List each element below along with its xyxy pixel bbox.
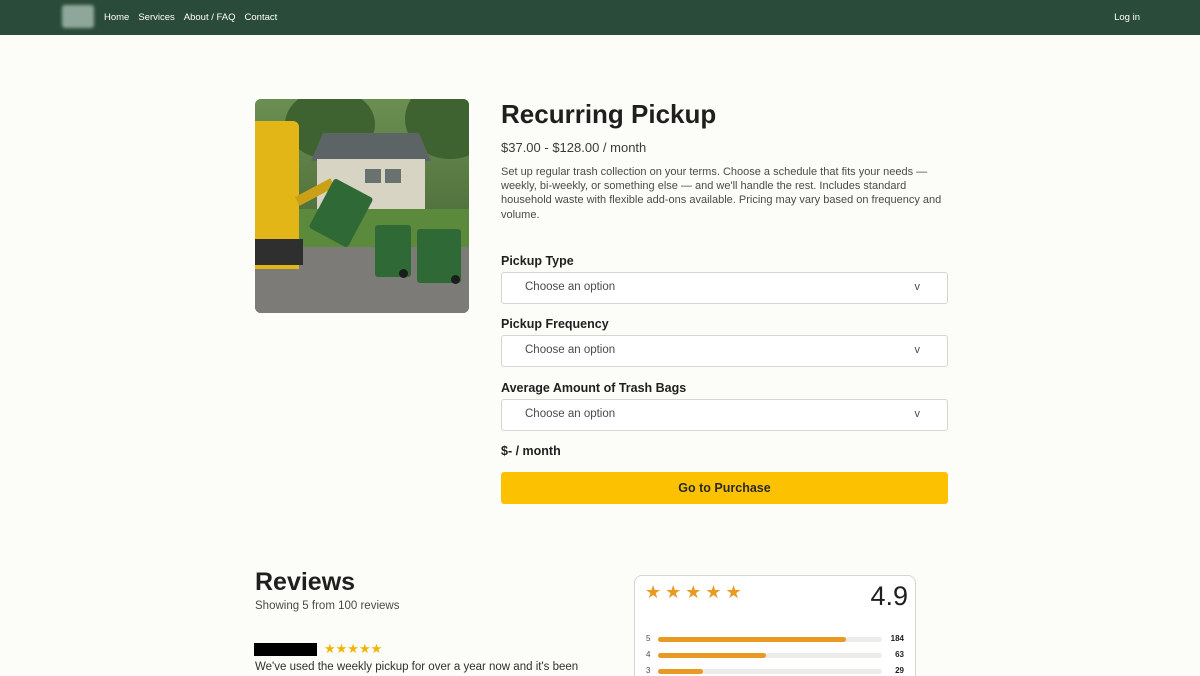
pickup-frequency-select[interactable]: Choose an option v [501, 335, 948, 367]
rating-row-label: 3 [646, 666, 651, 675]
rating-row-count: 184 [890, 634, 904, 643]
rating-row-3: 3 29 [646, 666, 906, 676]
pickup-type-select[interactable]: Choose an option v [501, 272, 948, 304]
image-bin-wheel [451, 275, 460, 284]
reviews-subtitle: Showing 5 from 100 reviews [255, 600, 400, 612]
price-range: $37.00 - $128.00 / month [501, 140, 647, 155]
rating-bar-track [658, 653, 882, 658]
chevron-down-icon: v [914, 344, 921, 356]
rating-score: 4.9 [870, 581, 908, 611]
price-total: $- / month [501, 444, 561, 458]
image-bin-wheel [399, 269, 408, 278]
nav-link-home[interactable]: Home [104, 12, 129, 23]
rating-row-label: 4 [646, 650, 651, 659]
chevron-down-icon: v [914, 408, 921, 420]
nav-link-about-faq[interactable]: About / FAQ [184, 12, 236, 23]
rating-bar-fill [658, 637, 847, 642]
trash-bags-select-value: Choose an option [525, 408, 616, 420]
rating-row-4: 4 63 [646, 650, 906, 662]
pickup-type-label: Pickup Type [501, 254, 574, 268]
rating-summary-card: ★★★★★ 4.9 5 184 4 63 3 29 [634, 575, 916, 676]
pickup-frequency-select-value: Choose an option [525, 344, 616, 356]
nav-links: Home Services About / FAQ Contact [104, 0, 286, 35]
rating-row-label: 5 [646, 634, 651, 643]
pickup-frequency-label: Pickup Frequency [501, 317, 609, 331]
nav-link-services[interactable]: Services [138, 12, 174, 23]
review-text: We've used the weekly pickup for over a … [255, 661, 579, 673]
review-star-rating: ★★★★★ [324, 641, 383, 656]
pickup-type-select-value: Choose an option [525, 281, 616, 293]
image-house-window [365, 169, 381, 183]
product-title: Recurring Pickup [501, 99, 717, 129]
trash-bags-select[interactable]: Choose an option v [501, 399, 948, 431]
go-to-purchase-button[interactable]: Go to Purchase [501, 472, 948, 504]
rating-row-count: 63 [895, 650, 904, 659]
product-image [255, 99, 469, 313]
product-description: Set up regular trash collection on your … [501, 166, 942, 221]
trash-bags-label: Average Amount of Trash Bags [501, 381, 687, 395]
nav-link-contact[interactable]: Contact [245, 12, 278, 23]
image-house-roof [311, 133, 431, 161]
rating-bar-track [658, 637, 882, 642]
login-link[interactable]: Log in [1114, 0, 1140, 35]
rating-bar-fill [658, 653, 766, 658]
rating-bar-fill [658, 669, 703, 674]
rating-row-count: 29 [895, 666, 904, 675]
chevron-down-icon: v [914, 281, 921, 293]
reviewer-name-redacted [254, 643, 317, 656]
reviews-title: Reviews [255, 568, 356, 596]
rating-row-5: 5 184 [646, 634, 906, 646]
image-truck-base [255, 239, 303, 265]
rating-bar-track [658, 669, 882, 674]
brand-logo[interactable] [62, 5, 94, 28]
rating-stars: ★★★★★ [645, 582, 746, 602]
image-house-window [385, 169, 401, 183]
top-navbar: Home Services About / FAQ Contact Log in [0, 0, 1200, 35]
